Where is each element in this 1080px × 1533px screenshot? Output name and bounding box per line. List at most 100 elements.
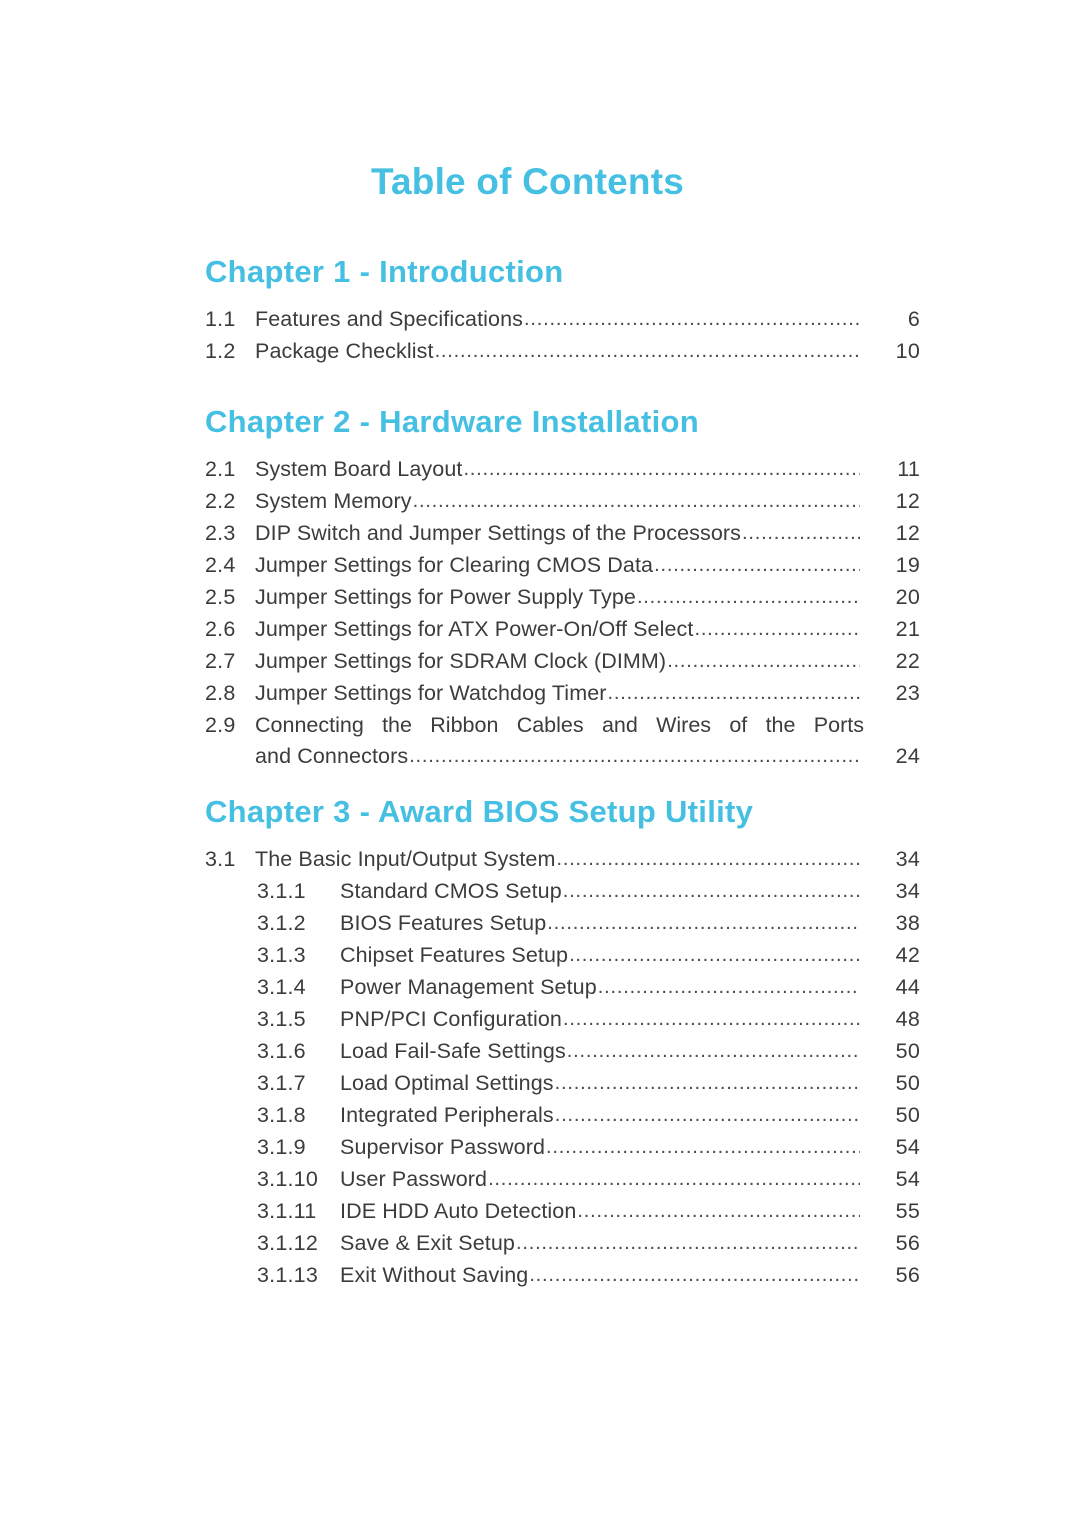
toc-entry-number: 3.1.4: [257, 974, 306, 999]
toc-entry[interactable]: 2.8 Jumper Settings for Watchdog Timer 23: [205, 678, 920, 710]
toc-entry[interactable]: 2.2 System Memory 12: [205, 486, 920, 518]
toc-entry[interactable]: 3.1.2 BIOS Features Setup 38: [205, 908, 920, 940]
dot-leader: [524, 304, 860, 335]
toc-entry-line: and Connectors 24: [205, 741, 920, 773]
toc-entry-number: 2.2: [205, 488, 236, 513]
toc-entry[interactable]: 3.1.13 Exit Without Saving 56: [205, 1260, 920, 1292]
toc-entry-number: 3.1: [205, 846, 236, 871]
toc-entry[interactable]: 3.1 The Basic Input/Output System 34: [205, 844, 920, 876]
toc-entry[interactable]: 3.1.6 Load Fail-Safe Settings 50: [205, 1036, 920, 1068]
toc-entry-label: Save & Exit Setup: [340, 1230, 515, 1255]
toc-entry[interactable]: 3.1.4 Power Management Setup 44: [205, 972, 920, 1004]
toc-entry-page-number: 12: [895, 520, 920, 545]
toc-entry[interactable]: 3.1.5 PNP/PCI Configuration 48: [205, 1004, 920, 1036]
toc-entry[interactable]: 3.1.9 Supervisor Password 54: [205, 1132, 920, 1164]
toc-entry-label: Standard CMOS Setup: [340, 878, 562, 903]
toc-entry-page-number: 50: [895, 1070, 920, 1095]
toc-entry[interactable]: 3.1.7 Load Optimal Settings 50: [205, 1068, 920, 1100]
toc-entry[interactable]: 3.1.10 User Password 54: [205, 1164, 920, 1196]
toc-entry-label: Exit Without Saving: [340, 1262, 529, 1287]
toc-entry[interactable]: 2.4 Jumper Settings for Clearing CMOS Dat…: [205, 550, 920, 582]
toc-entry-number: 3.1.10: [257, 1166, 318, 1191]
toc-entry[interactable]: 3.1.11 IDE HDD Auto Detection 55: [205, 1196, 920, 1228]
toc-entry-page-number: 56: [895, 1262, 920, 1287]
toc-entry-page-number: 19: [895, 552, 920, 577]
toc-entry-label: Jumper Settings for Watchdog Timer: [255, 680, 607, 705]
toc-entry-label: The Basic Input/Output System: [255, 846, 556, 871]
toc-entry-number: 3.1.2: [257, 910, 306, 935]
dot-leader: [409, 741, 860, 772]
toc-entry-label: Load Fail-Safe Settings: [340, 1038, 566, 1063]
toc-entry-page-number: 24: [895, 743, 920, 768]
toc-entry-number: 3.1.6: [257, 1038, 306, 1063]
chapter-section-hardware-installation: Chapter 2 - Hardware Installation 2.1 Sys…: [205, 404, 920, 773]
chapter-heading: Chapter 3 - Award BIOS Setup Utility: [205, 794, 754, 829]
dot-leader: [516, 1228, 860, 1259]
dot-leader: [598, 972, 860, 1003]
dot-leader: [608, 678, 860, 709]
toc-entry[interactable]: 2.7 Jumper Settings for SDRAM Clock (DIMM…: [205, 646, 920, 678]
toc-entry-number: 3.1.3: [257, 942, 306, 967]
toc-entry[interactable]: 1.1 Features and Specifications 6: [205, 304, 920, 336]
toc-entry-label: Load Optimal Settings: [340, 1070, 554, 1095]
toc-entry-label-continued: and Connectors: [255, 743, 409, 768]
toc-entry-number: 3.1.7: [257, 1070, 306, 1095]
toc-entry-list: 2.1 System Board Layout 11 2.2 System Memor…: [205, 454, 920, 773]
toc-entry-number: 3.1.11: [257, 1198, 317, 1223]
toc-entry-page-number: 56: [895, 1230, 920, 1255]
toc-entry-number: 2.1: [205, 456, 236, 481]
toc-entry[interactable]: 2.1 System Board Layout 11: [205, 454, 920, 486]
toc-entry[interactable]: 3.1.3 Chipset Features Setup 42: [205, 940, 920, 972]
toc-entry-page-number: 11: [897, 456, 920, 481]
toc-entry-page-number: 44: [895, 974, 920, 999]
toc-entry-label: Package Checklist: [255, 338, 434, 363]
toc-entry-number: 3.1.8: [257, 1102, 306, 1127]
toc-entry-page-number: 38: [895, 910, 920, 935]
toc-entry-number: 3.1.5: [257, 1006, 306, 1031]
toc-entry-number: 2.7: [205, 648, 236, 673]
toc-entry[interactable]: 3.1.8 Integrated Peripherals 50: [205, 1100, 920, 1132]
chapter-section-introduction: Chapter 1 - Introduction 1.1 Features and…: [205, 254, 920, 368]
toc-entry-number: 1.1: [205, 306, 236, 331]
dot-leader: [637, 582, 860, 613]
toc-entry[interactable]: 2.9 Connecting the Ribbon Cables and Wires of th…: [205, 710, 920, 773]
dot-leader: [555, 1100, 860, 1131]
toc-entry[interactable]: 3.1.1 Standard CMOS Setup 34: [205, 876, 920, 908]
toc-entry-page-number: 22: [895, 648, 920, 673]
toc-entry-page-number: 12: [895, 488, 920, 513]
toc-entry[interactable]: 2.5 Jumper Settings for Power Supply Type…: [205, 582, 920, 614]
toc-entry-page-number: 21: [895, 616, 920, 641]
dot-leader: [555, 1068, 860, 1099]
dot-leader: [667, 646, 860, 677]
toc-entry-page-number: 54: [895, 1166, 920, 1191]
dot-leader: [488, 1164, 860, 1195]
toc-entry-label: Supervisor Password: [340, 1134, 546, 1159]
toc-entry-label: Connecting the Ribbon Cables and Wires of the Po…: [255, 712, 864, 737]
toc-entry-page-number: 20: [895, 584, 920, 609]
dot-leader: [546, 1132, 860, 1163]
toc-entry[interactable]: 2.6 Jumper Settings for ATX Power-On/Off …: [205, 614, 920, 646]
chapter-heading: Chapter 1 - Introduction: [205, 254, 564, 289]
toc-entry[interactable]: 3.1.12 Save & Exit Setup 56: [205, 1228, 920, 1260]
toc-entry-number: 3.1.1: [257, 878, 306, 903]
toc-entry-label: DIP Switch and Jumper Settings of the Pr…: [255, 520, 741, 545]
toc-entry-label: Power Management Setup: [340, 974, 597, 999]
dot-leader: [567, 1036, 860, 1067]
toc-entry-list: 1.1 Features and Specifications 6 1.2 Packag…: [205, 304, 920, 368]
toc-entry-page-number: 34: [895, 846, 920, 871]
toc-entry[interactable]: 1.2 Package Checklist 10: [205, 336, 920, 368]
dot-leader: [529, 1260, 860, 1291]
toc-entry-number: 3.1.9: [257, 1134, 306, 1159]
toc-entry-number: 2.9: [205, 712, 236, 737]
toc-entry-page-number: 48: [895, 1006, 920, 1031]
toc-entry-label: User Password: [340, 1166, 488, 1191]
dot-leader: [569, 940, 860, 971]
dot-leader: [435, 336, 860, 367]
toc-entry-number: 2.8: [205, 680, 236, 705]
dot-leader: [654, 550, 860, 581]
dot-leader: [547, 908, 860, 939]
toc-entry-page-number: 10: [895, 338, 920, 363]
toc-entry-label: IDE HDD Auto Detection: [340, 1198, 577, 1223]
toc-entry-number: 2.5: [205, 584, 236, 609]
toc-entry[interactable]: 2.3 DIP Switch and Jumper Settings of the…: [205, 518, 920, 550]
